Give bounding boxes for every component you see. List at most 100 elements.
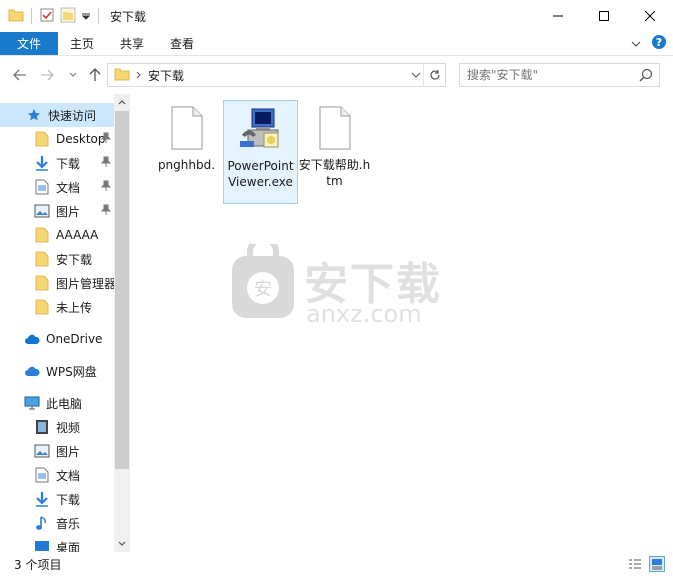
sidebar-item-music[interactable]: 音乐	[0, 511, 114, 535]
navigation-pane: 快速访问 Desktop 下载 文档 图片 AAAAA 安下载 图片管理器 未上…	[0, 94, 130, 552]
address-history-dropdown[interactable]	[411, 69, 421, 83]
sidebar-item-documents-pc[interactable]: 文档	[0, 463, 114, 487]
maximize-button[interactable]	[581, 0, 627, 32]
window-title: 安下载	[110, 9, 147, 24]
pictures-icon	[34, 203, 50, 219]
cloud-icon	[24, 363, 40, 379]
folder-icon	[34, 227, 50, 243]
large-icons-view-button[interactable]	[649, 556, 665, 572]
sidebar-item-label: OneDrive	[46, 332, 103, 346]
tab-file[interactable]: 文件	[0, 32, 58, 55]
new-folder-icon[interactable]	[59, 6, 77, 27]
file-item[interactable]: pnghhbd.	[149, 100, 224, 173]
sidebar-item-desktop[interactable]: Desktop	[0, 127, 114, 151]
sidebar-item-label: WPS网盘	[46, 364, 97, 379]
folder-icon	[114, 66, 130, 85]
recent-locations-button[interactable]	[64, 66, 82, 84]
breadcrumb-separator-icon[interactable]	[136, 68, 142, 82]
sidebar-item-pictures-pc[interactable]: 图片	[0, 439, 114, 463]
item-count: 3 个项目	[14, 557, 62, 572]
star-icon	[26, 107, 42, 123]
sidebar-item-label: Desktop	[56, 132, 106, 146]
address-bar[interactable]: 安下载	[107, 63, 446, 87]
close-icon	[645, 11, 655, 21]
pin-icon	[100, 204, 112, 219]
sidebar-item-label: 下载	[56, 492, 81, 507]
sidebar-item-anxiazai[interactable]: 安下载	[0, 247, 114, 271]
sidebar-item-label: 此电脑	[46, 396, 83, 411]
document-icon	[34, 179, 50, 195]
back-button[interactable]	[11, 66, 29, 84]
folder-icon	[8, 7, 24, 26]
sidebar-item-wps-drive[interactable]: WPS网盘	[0, 359, 114, 383]
sidebar-item-videos[interactable]: 视频	[0, 415, 114, 439]
chevron-down-icon	[118, 541, 126, 546]
search-input[interactable]	[467, 68, 637, 82]
back-arrow-icon	[13, 69, 26, 81]
desktop-icon	[34, 539, 50, 552]
details-view-button[interactable]	[627, 556, 643, 572]
divider	[31, 8, 32, 24]
pin-icon	[100, 156, 112, 171]
sidebar-item-pictures[interactable]: 图片	[0, 199, 114, 223]
tab-view[interactable]: 查看	[157, 32, 207, 55]
sidebar-item-this-pc[interactable]: 此电脑	[0, 391, 114, 415]
sidebar-item-aaaaa[interactable]: AAAAA	[0, 223, 114, 247]
cloud-icon	[24, 331, 40, 347]
ribbon-tabs: 文件 主页 共享 查看 ?	[0, 32, 673, 56]
sidebar-item-label: 图片管理器	[56, 276, 114, 291]
file-item-selected[interactable]: PowerPointViewer.exe	[223, 100, 298, 204]
sidebar-item-onedrive[interactable]: OneDrive	[0, 327, 114, 351]
properties-icon[interactable]	[39, 7, 55, 26]
watermark-subtext: anxz.com	[306, 300, 422, 328]
download-icon	[34, 491, 50, 507]
pictures-icon	[34, 443, 50, 459]
expand-ribbon-icon[interactable]	[631, 37, 641, 51]
file-list: pnghhbd. PowerPointViewer.exe 安下载帮助.htm	[130, 94, 673, 552]
sidebar-item-downloads[interactable]: 下载	[0, 151, 114, 175]
music-icon	[34, 515, 50, 531]
breadcrumb[interactable]: 安下载	[148, 67, 184, 84]
sidebar-item-documents[interactable]: 文档	[0, 175, 114, 199]
minimize-button[interactable]	[535, 0, 581, 32]
scroll-up-button[interactable]	[114, 94, 130, 110]
sidebar-item-image-manager[interactable]: 图片管理器	[0, 271, 114, 295]
forward-button[interactable]	[38, 66, 56, 84]
help-icon[interactable]: ?	[651, 34, 667, 53]
folder-icon	[34, 275, 50, 291]
pin-icon	[100, 132, 112, 147]
sidebar-item-label: AAAAA	[56, 228, 99, 242]
sidebar-item-downloads-pc[interactable]: 下载	[0, 487, 114, 511]
tab-home[interactable]: 主页	[58, 32, 107, 55]
window-controls	[535, 0, 673, 32]
chevron-down-icon	[411, 72, 421, 78]
details-view-icon	[629, 559, 641, 569]
sidebar-item-not-uploaded[interactable]: 未上传	[0, 295, 114, 319]
search-box[interactable]	[459, 63, 660, 87]
nav-scrollbar[interactable]	[114, 94, 130, 552]
sidebar-item-label: 文档	[56, 180, 81, 195]
divider	[98, 8, 99, 24]
folder-icon	[34, 131, 50, 147]
maximize-icon	[599, 11, 609, 21]
scroll-down-button[interactable]	[114, 536, 130, 552]
up-button[interactable]	[86, 66, 104, 84]
scroll-thumb[interactable]	[115, 111, 129, 469]
up-arrow-icon	[89, 68, 101, 81]
sidebar-item-quick-access[interactable]: 快速访问	[0, 103, 114, 127]
file-item[interactable]: 安下载帮助.htm	[297, 100, 372, 189]
search-icon[interactable]	[639, 68, 653, 85]
sidebar-item-label: 文档	[56, 468, 81, 483]
sidebar-item-label: 视频	[56, 420, 81, 435]
file-name: PowerPointViewer.exe	[227, 159, 294, 189]
svg-text:?: ?	[656, 36, 662, 49]
file-name: 安下载帮助.htm	[298, 158, 371, 188]
tab-share[interactable]: 共享	[107, 32, 157, 55]
sidebar-item-label: 快速访问	[48, 108, 97, 123]
customize-dropdown-icon[interactable]	[81, 9, 91, 23]
refresh-button[interactable]	[423, 64, 445, 86]
sidebar-item-desktop-pc[interactable]: 桌面	[0, 535, 114, 552]
close-button[interactable]	[627, 0, 673, 32]
shield-icon: 安	[232, 244, 294, 318]
chevron-up-icon	[118, 100, 126, 105]
